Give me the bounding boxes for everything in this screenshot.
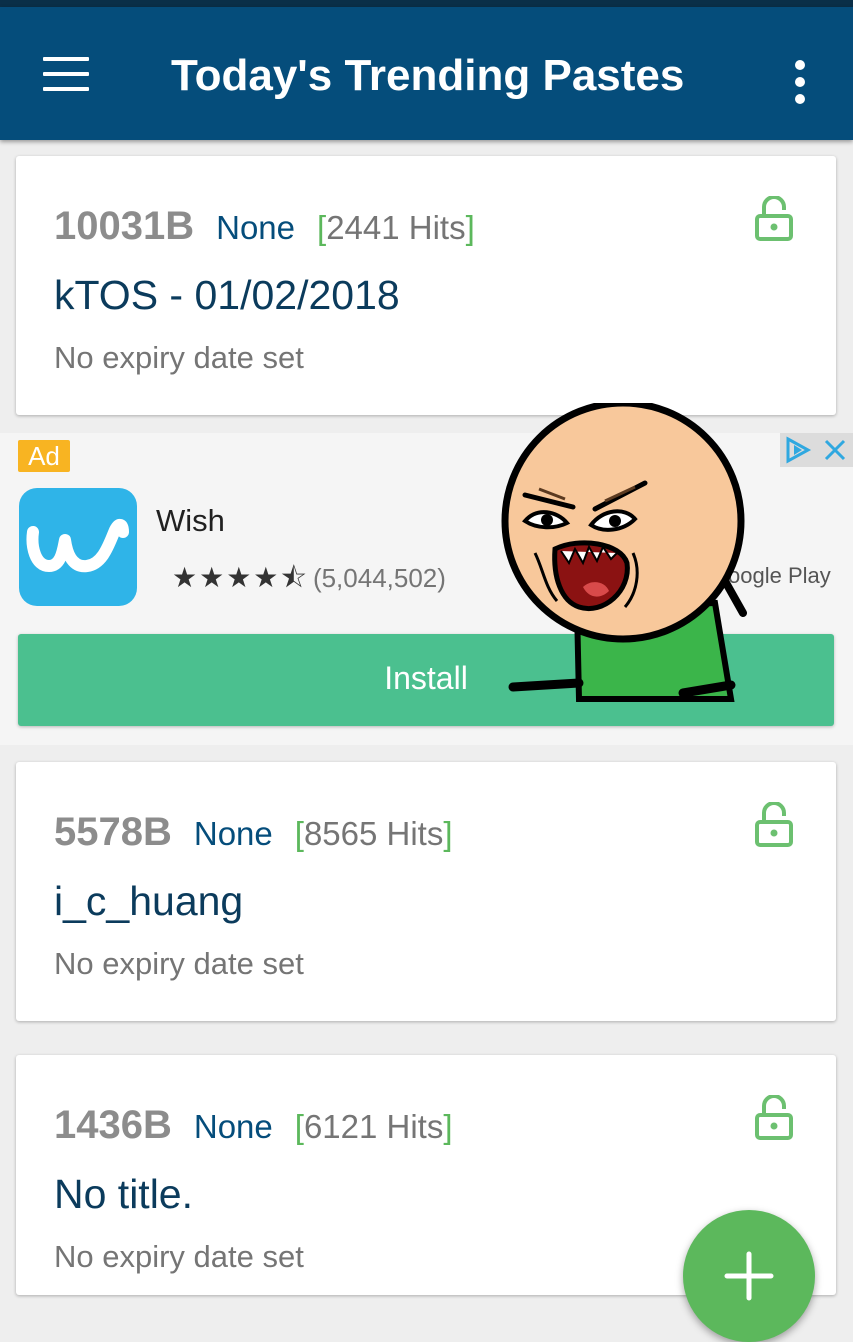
- ad-rating: ★★★★⯪ (5,044,502): [172, 561, 446, 595]
- paste-size: 5578B: [54, 810, 172, 854]
- paste-title: i_c_huang: [54, 878, 244, 924]
- plus-icon: [724, 1251, 774, 1301]
- more-vertical-icon[interactable]: [790, 60, 810, 104]
- ad-app-name: Wish: [156, 503, 225, 538]
- paste-title: No title.: [54, 1171, 193, 1217]
- paste-size: 1436B: [54, 1103, 172, 1147]
- paste-title: kTOS - 01/02/2018: [54, 272, 400, 318]
- rating-stars: ★★★★⯪: [172, 562, 309, 593]
- status-bar-strip: [0, 0, 853, 7]
- paste-syntax: None: [193, 1108, 273, 1145]
- page-title: Today's Trending Pastes: [171, 51, 685, 100]
- unlocked-padlock-icon: [755, 802, 793, 847]
- unlocked-padlock-icon: [755, 1095, 793, 1140]
- app-bar: Today's Trending Pastes: [0, 7, 853, 140]
- angry-cartoon-face-sticker: [501, 403, 747, 702]
- paste-expiry: No expiry date set: [54, 946, 304, 981]
- paste-hits: [8565 Hits]: [294, 815, 453, 852]
- wish-app-icon[interactable]: [19, 488, 137, 606]
- hamburger-menu-icon[interactable]: [43, 57, 89, 91]
- adchoices-icon[interactable]: [780, 433, 816, 467]
- paste-expiry: No expiry date set: [54, 1239, 304, 1274]
- paste-meta: 5578B None [8565 Hits]: [54, 810, 453, 854]
- paste-syntax: None: [216, 209, 296, 246]
- paste-hits: [2441 Hits]: [317, 209, 475, 246]
- paste-meta: 10031B None [2441 Hits]: [54, 204, 475, 248]
- paste-card[interactable]: 10031B None [2441 Hits] kTOS - 01/02/2018 …: [16, 156, 836, 415]
- paste-meta: 1436B None [6121 Hits]: [54, 1103, 453, 1147]
- unlocked-padlock-icon: [755, 196, 793, 241]
- ad-badge: Ad: [18, 440, 70, 472]
- rating-count: (5,044,502): [312, 563, 446, 593]
- paste-expiry: No expiry date set: [54, 340, 304, 375]
- paste-size: 10031B: [54, 204, 195, 248]
- paste-syntax: None: [193, 815, 273, 852]
- close-icon[interactable]: [817, 433, 853, 467]
- ad-choices-bar[interactable]: [780, 433, 853, 467]
- paste-card[interactable]: 5578B None [8565 Hits] i_c_huang No expiry…: [16, 762, 836, 1021]
- paste-hits: [6121 Hits]: [294, 1108, 453, 1145]
- add-paste-button[interactable]: [683, 1210, 815, 1342]
